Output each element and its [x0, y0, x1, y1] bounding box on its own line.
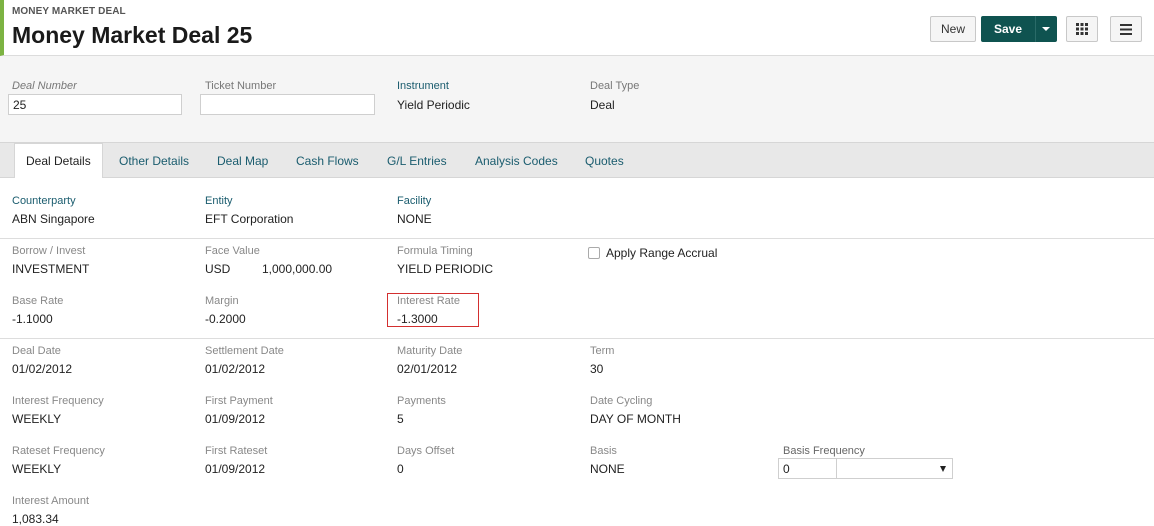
interest-rate-value: -1.3000 [397, 312, 438, 326]
interest-rate-label: Interest Rate [397, 295, 460, 307]
base-rate-value: -1.1000 [12, 312, 53, 326]
more-menu-button[interactable] [1110, 16, 1142, 42]
first-payment-label: First Payment [205, 395, 273, 407]
chevron-down-icon [1042, 27, 1050, 31]
hamburger-menu-icon [1120, 23, 1132, 35]
deal-date-label: Deal Date [12, 345, 61, 357]
face-value-label: Face Value [205, 245, 260, 257]
deal-type-label: Deal Type [590, 80, 640, 92]
interest-frequency-value: WEEKLY [12, 412, 62, 426]
save-dropdown-button[interactable] [1035, 16, 1057, 42]
basis-frequency-select[interactable] [836, 458, 953, 479]
days-offset-value: 0 [397, 462, 404, 476]
counterparty-value: ABN Singapore [12, 212, 95, 226]
maturity-date-label: Maturity Date [397, 345, 463, 357]
save-button[interactable]: Save [981, 16, 1035, 42]
section-divider [0, 238, 1154, 239]
tab-other-details[interactable]: Other Details [119, 143, 189, 178]
face-value-amount: 1,000,000.00 [262, 262, 333, 276]
tab-analysis-codes[interactable]: Analysis Codes [475, 143, 558, 178]
basis-frequency-field[interactable]: 0 [778, 458, 837, 479]
date-cycling-value: DAY OF MONTH [590, 412, 681, 426]
facility-value: NONE [397, 212, 432, 226]
new-button[interactable]: New [930, 16, 976, 42]
interest-frequency-label: Interest Frequency [12, 395, 104, 407]
tab-cash-flows[interactable]: Cash Flows [296, 143, 359, 178]
payments-value: 5 [397, 412, 404, 426]
tab-deal-map[interactable]: Deal Map [217, 143, 268, 178]
deal-details-panel: Counterparty ABN Singapore Entity EFT Co… [0, 178, 1154, 526]
maturity-date-value: 02/01/2012 [397, 362, 458, 376]
settlement-date-value: 01/02/2012 [205, 362, 266, 376]
term-value: 30 [590, 362, 604, 376]
apply-range-accrual-label[interactable]: Apply Range Accrual [606, 246, 717, 260]
page-header: MONEY MARKET DEAL Money Market Deal 25 N… [0, 0, 1154, 56]
deal-date-value: 01/02/2012 [12, 362, 73, 376]
grid-icon [1076, 23, 1088, 35]
deal-number-label: Deal Number [12, 80, 77, 92]
tab-deal-details[interactable]: Deal Details [14, 143, 103, 179]
days-offset-label: Days Offset [397, 445, 455, 457]
grid-view-button[interactable] [1066, 16, 1098, 42]
date-cycling-label: Date Cycling [590, 395, 653, 407]
dropdown-arrow-icon [940, 466, 946, 472]
base-rate-label: Base Rate [12, 295, 64, 307]
page-eyebrow: MONEY MARKET DEAL [12, 6, 126, 17]
face-value-currency: USD [205, 262, 231, 276]
margin-value: -0.2000 [205, 312, 246, 326]
page-title: Money Market Deal 25 [12, 22, 253, 48]
payments-label: Payments [397, 395, 446, 407]
section-divider [0, 338, 1154, 339]
instrument-label[interactable]: Instrument [397, 80, 449, 92]
basis-label: Basis [590, 445, 617, 457]
apply-range-accrual-checkbox[interactable] [588, 247, 600, 259]
basis-value: NONE [590, 462, 625, 476]
borrow-invest-label: Borrow / Invest [12, 245, 86, 257]
deal-type-value: Deal [590, 98, 615, 112]
ticket-number-label: Ticket Number [205, 80, 277, 92]
deal-number-field[interactable]: 25 [8, 94, 182, 115]
formula-timing-value: YIELD PERIODIC [397, 262, 494, 276]
facility-label[interactable]: Facility [397, 195, 431, 207]
term-label: Term [590, 345, 615, 357]
first-rateset-value: 01/09/2012 [205, 462, 266, 476]
first-payment-value: 01/09/2012 [205, 412, 266, 426]
entity-value: EFT Corporation [205, 212, 294, 226]
deal-summary: Deal Number 25 Ticket Number Instrument … [0, 56, 1154, 142]
instrument-value: Yield Periodic [397, 98, 470, 112]
basis-frequency-label: Basis Frequency [783, 445, 865, 457]
counterparty-label[interactable]: Counterparty [12, 195, 76, 207]
rateset-frequency-label: Rateset Frequency [12, 445, 105, 457]
interest-amount-label: Interest Amount [12, 495, 90, 507]
tab-quotes[interactable]: Quotes [585, 143, 624, 178]
settlement-date-label: Settlement Date [205, 345, 284, 357]
tab-gl-entries[interactable]: G/L Entries [387, 143, 447, 178]
ticket-number-field[interactable] [200, 94, 375, 115]
entity-label[interactable]: Entity [205, 195, 233, 207]
first-rateset-label: First Rateset [205, 445, 268, 457]
tab-bar: Deal Details Other Details Deal Map Cash… [0, 142, 1154, 179]
borrow-invest-value: INVESTMENT [12, 262, 90, 276]
margin-label: Margin [205, 295, 239, 307]
rateset-frequency-value: WEEKLY [12, 462, 62, 476]
formula-timing-label: Formula Timing [397, 245, 473, 257]
